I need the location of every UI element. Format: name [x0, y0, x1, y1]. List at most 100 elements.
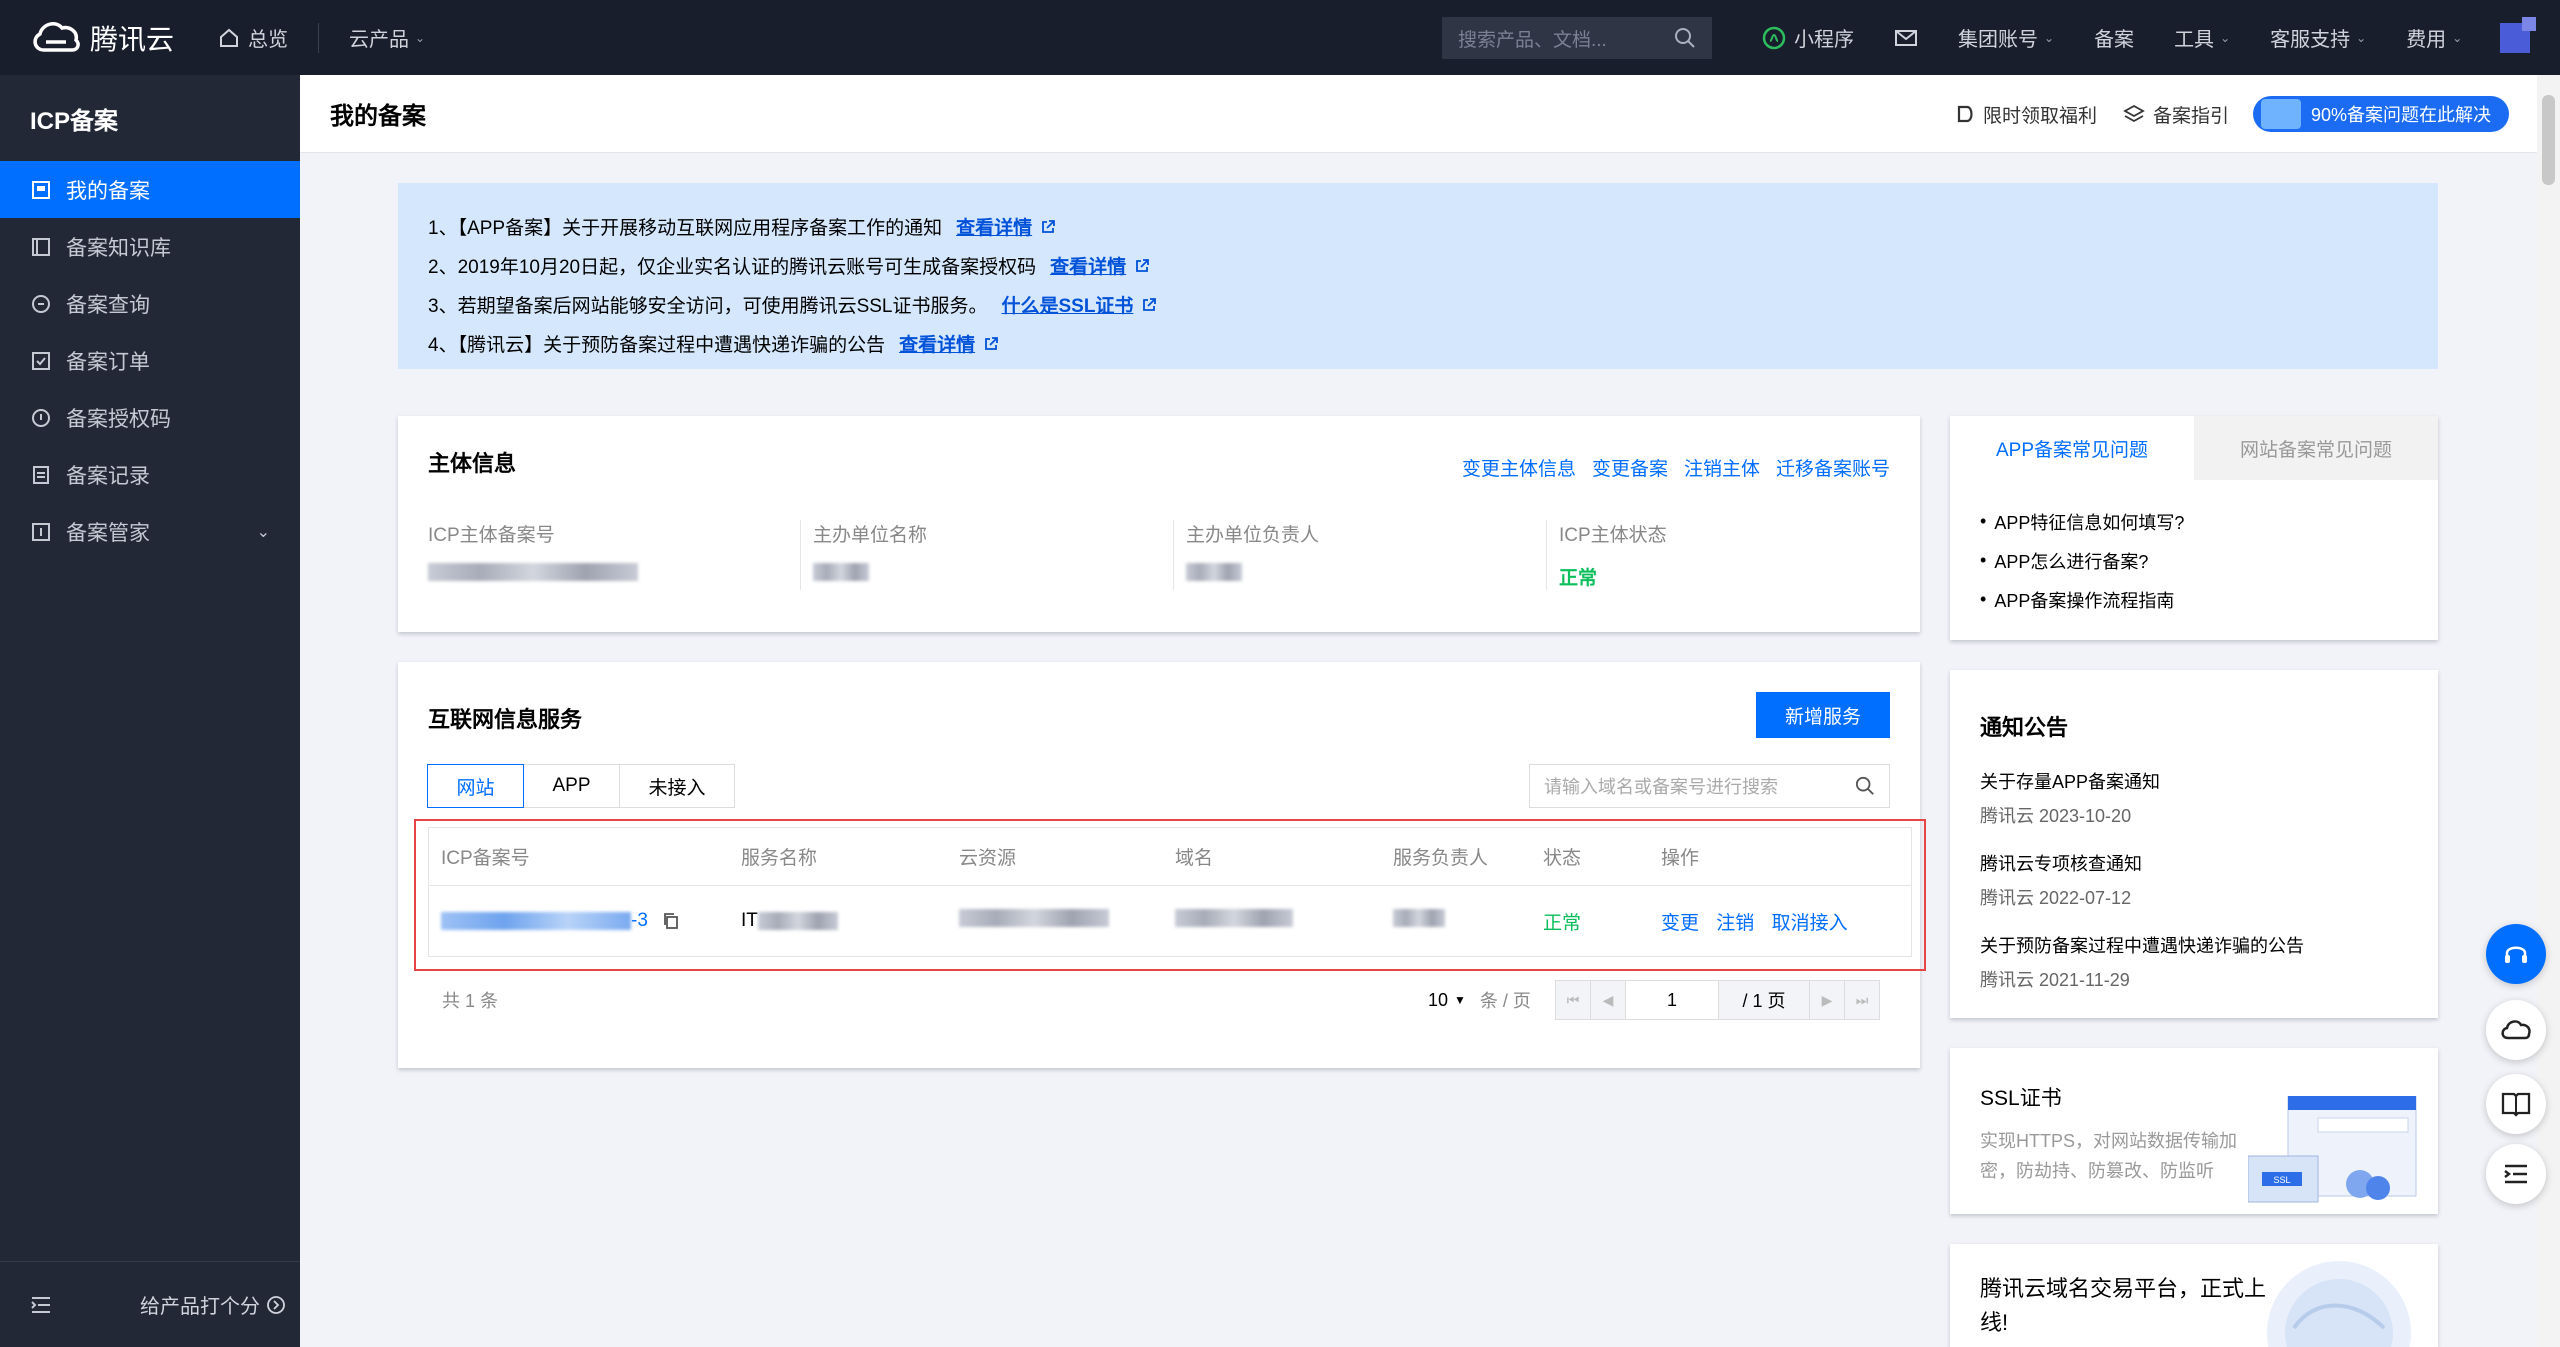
prev-page-button[interactable]: ◀	[1590, 980, 1626, 1020]
disconnect-link[interactable]: 取消接入	[1772, 913, 1848, 934]
group-account-menu[interactable]: 集团账号 ⌄	[1938, 23, 2074, 52]
sidebar-footer: 给产品打个分	[0, 1261, 300, 1347]
page-size-select[interactable]: 10 ▼ 条 / 页	[1428, 987, 1531, 1013]
open-book-icon	[2501, 1092, 2531, 1117]
migrate-account-link[interactable]: 迁移备案账号	[1776, 454, 1890, 481]
faq-list: APP特征信息如何填写? APP怎么进行备案? APP备案操作流程指南	[1950, 480, 2438, 619]
mini-program-link[interactable]: 小程序	[1742, 23, 1874, 52]
sidebar-item-records[interactable]: 备案记录	[0, 446, 300, 503]
ssl-info-link[interactable]: 什么是SSL证书	[1001, 291, 1133, 318]
welfare-link[interactable]: 限时领取福利	[1955, 101, 2097, 128]
announcement-date: 腾讯云 2021-11-29	[1980, 970, 2130, 990]
icp-suffix[interactable]: -3	[631, 910, 648, 932]
scrollbar-thumb[interactable]	[2542, 95, 2555, 185]
tab-app-faq[interactable]: APP备案常见问题	[1950, 416, 2194, 480]
sidebar-item-query[interactable]: 备案查询	[0, 275, 300, 332]
chevron-down-icon: ⌄	[2044, 30, 2055, 45]
cloud-assistant-button[interactable]	[2486, 1000, 2546, 1060]
rate-product-button[interactable]: 给产品打个分	[140, 1290, 286, 1319]
sidebar-item-manager[interactable]: 备案管家 ⌄	[0, 503, 300, 560]
notice-text: 3、若期望备案后网站能够安全访问，可使用腾讯云SSL证书服务。	[428, 296, 988, 317]
guide-link[interactable]: 备案指引	[2123, 101, 2229, 128]
sidebar-item-auth-code[interactable]: 备案授权码	[0, 389, 300, 446]
redacted-icp-link[interactable]	[441, 912, 631, 930]
notice-detail-link[interactable]: 查看详情	[1050, 252, 1126, 279]
domain-promo-card[interactable]: 腾讯云域名交易平台，正式上线!	[1950, 1244, 2438, 1347]
sidebar-item-my-beian[interactable]: 我的备案	[0, 161, 300, 218]
tools-label: 工具	[2174, 29, 2215, 51]
global-search-input[interactable]: 搜索产品、文档...	[1442, 17, 1712, 59]
info-label: 主办单位负责人	[1186, 525, 1320, 546]
docs-button[interactable]	[2486, 1074, 2546, 1134]
cloud-logo-icon	[33, 21, 80, 52]
page-input[interactable]: 1	[1625, 980, 1719, 1020]
tools-menu[interactable]: 工具 ⌄	[2154, 23, 2250, 52]
faq-item[interactable]: APP备案操作流程指南	[1980, 580, 2408, 619]
brand-logo[interactable]: 腾讯云	[0, 18, 200, 58]
ssl-promo-card[interactable]: SSL证书 实现HTTPS，对网站数据传输加密，防劫持、防篡改、防监听 SSL	[1950, 1048, 2438, 1214]
announcement-item[interactable]: 腾讯云专项核查通知 腾讯云 2022-07-12	[1980, 850, 2408, 910]
announcement-item[interactable]: 关于存量APP备案通知 腾讯云 2023-10-20	[1980, 768, 2408, 828]
change-subject-link[interactable]: 变更主体信息	[1462, 454, 1576, 481]
caret-down-icon: ▼	[1454, 993, 1466, 1007]
support-menu[interactable]: 客服支持 ⌄	[2250, 23, 2386, 52]
subject-info-card: 主体信息 变更主体信息 变更备案 注销主体 迁移备案账号 ICP主体备案号 主办…	[398, 416, 1920, 632]
cancel-subject-link[interactable]: 注销主体	[1684, 454, 1760, 481]
status-cell: 正常	[1531, 908, 1649, 935]
change-link[interactable]: 变更	[1661, 913, 1699, 934]
collapse-menu-icon[interactable]	[30, 1295, 52, 1315]
overview-link[interactable]: 总览	[200, 0, 306, 75]
knowledge-icon	[30, 236, 52, 258]
table-row: -3 IT 正常 变更 注销 取消接入	[429, 886, 1911, 956]
tab-app[interactable]: APP	[523, 764, 620, 808]
products-menu[interactable]: 云产品 ⌄	[331, 0, 443, 75]
redacted-value	[1393, 909, 1445, 927]
help-label: 90%备案问题在此解决	[2310, 105, 2491, 125]
search-icon[interactable]	[1855, 776, 1875, 796]
faq-item[interactable]: APP怎么进行备案?	[1980, 541, 2408, 580]
notice-detail-link[interactable]: 查看详情	[899, 330, 975, 357]
notice-detail-link[interactable]: 查看详情	[956, 213, 1032, 240]
customer-service-button[interactable]	[2486, 924, 2546, 984]
external-link-icon	[1042, 219, 1056, 233]
products-label: 云产品	[349, 29, 409, 51]
next-page-button[interactable]: ▶	[1809, 980, 1845, 1020]
menu-list-button[interactable]	[2486, 1144, 2546, 1204]
help-center-button[interactable]: 90%备案问题在此解决	[2252, 96, 2509, 132]
notice-item: 3、若期望备案后网站能够安全访问，可使用腾讯云SSL证书服务。 什么是SSL证书	[428, 285, 2408, 324]
copy-icon[interactable]	[662, 912, 680, 930]
sidebar-item-orders[interactable]: 备案订单	[0, 332, 300, 389]
pagination: 共 1 条 10 ▼ 条 / 页 ⏮ ◀ 1 / 1 页 ▶ ⏭	[428, 980, 1912, 1020]
redacted-value	[959, 909, 1109, 927]
redacted-value	[1175, 909, 1293, 927]
avatar[interactable]	[2500, 16, 2537, 53]
last-page-button[interactable]: ⏭	[1844, 980, 1880, 1020]
guide-label: 备案指引	[2152, 105, 2229, 127]
add-service-button[interactable]: 新增服务	[1756, 692, 1890, 738]
fees-menu[interactable]: 费用 ⌄	[2386, 23, 2482, 52]
first-page-icon: ⏮	[1566, 991, 1580, 1008]
notice-text: 4、【腾讯云】关于预防备案过程中遭遇快递诈骗的公告	[428, 335, 886, 356]
domain-search-input[interactable]: 请输入域名或备案号进行搜索	[1529, 764, 1890, 808]
redacted-value	[1186, 563, 1546, 585]
sidebar-item-knowledge[interactable]: 备案知识库	[0, 218, 300, 275]
change-beian-link[interactable]: 变更备案	[1592, 454, 1668, 481]
chevron-down-icon: ⌄	[2452, 30, 2463, 45]
faq-item[interactable]: APP特征信息如何填写?	[1980, 502, 2408, 541]
search-icon[interactable]	[1674, 27, 1696, 49]
search-icon	[30, 293, 52, 315]
page-navigator: ⏮ ◀ 1 / 1 页 ▶ ⏭	[1555, 980, 1880, 1020]
tab-not-connected[interactable]: 未接入	[619, 764, 735, 808]
first-page-button[interactable]: ⏮	[1555, 980, 1591, 1020]
tab-website-faq[interactable]: 网站备案常见问题	[2194, 416, 2438, 480]
beian-link[interactable]: 备案	[2074, 23, 2154, 52]
tab-website[interactable]: 网站	[427, 764, 524, 808]
announcement-date: 腾讯云 2022-07-12	[1980, 888, 2132, 908]
mail-button[interactable]	[1874, 28, 1938, 48]
announcement-item[interactable]: 关于预防备案过程中遭遇快递诈骗的公告 腾讯云 2021-11-29	[1980, 932, 2408, 992]
chevron-down-icon: ⌄	[415, 30, 426, 45]
services-title: 互联网信息服务	[428, 707, 583, 732]
internet-services-card: 互联网信息服务 新增服务 网站 APP 未接入 请输入域名或备案号进行搜索 IC…	[398, 662, 1926, 1068]
cancel-link[interactable]: 注销	[1716, 913, 1754, 934]
chevron-down-icon[interactable]: ⌄	[257, 522, 270, 542]
